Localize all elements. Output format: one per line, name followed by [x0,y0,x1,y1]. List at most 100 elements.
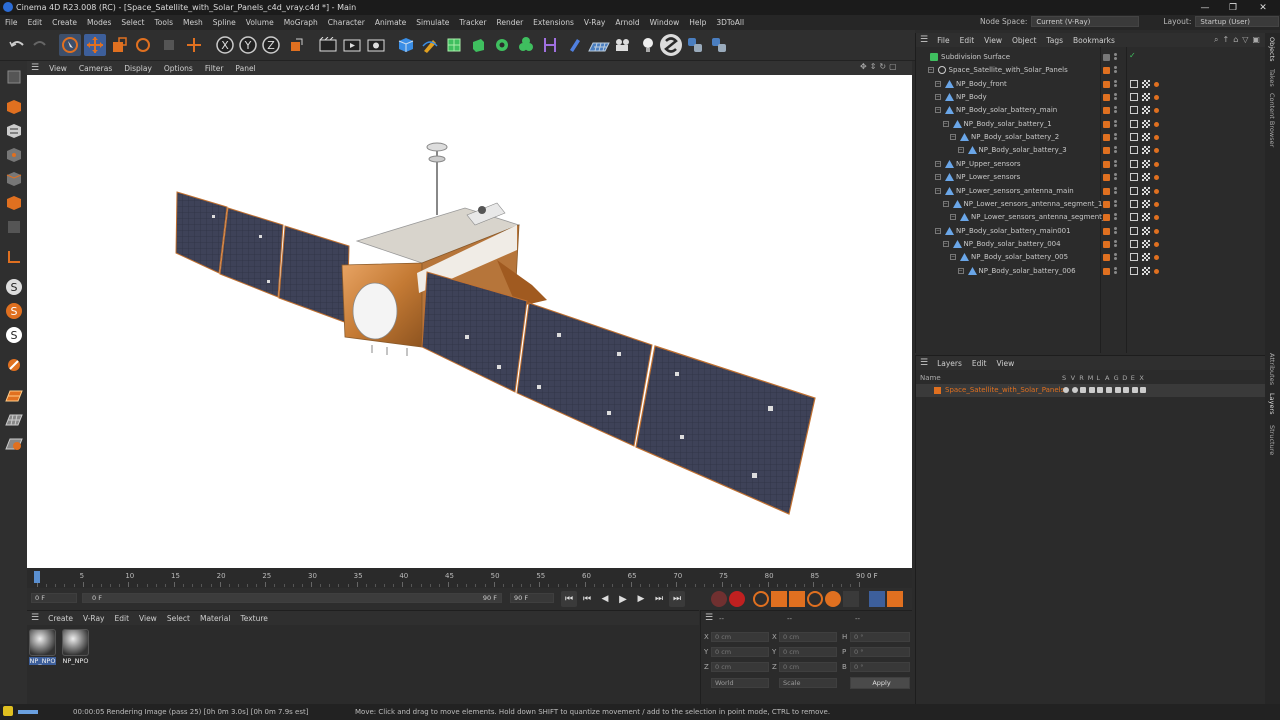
material-hamburger-icon[interactable]: ☰ [31,613,39,623]
object-row[interactable]: − NP_Body_solar_battery_2 [916,131,1266,144]
paint-tool-icon[interactable] [3,354,24,375]
range-slider[interactable]: 0 F 90 F [82,593,502,603]
cloner-icon[interactable] [491,34,513,56]
y-axis-icon[interactable]: Y [237,34,259,56]
expand-toggle-icon[interactable]: − [950,214,956,221]
expand-toggle-icon[interactable]: − [942,240,949,247]
autokey-icon[interactable] [729,591,745,607]
expand-toggle-icon[interactable]: − [942,120,949,127]
visibility-dots-icon[interactable] [1114,159,1117,167]
phong-tag-icon[interactable] [1130,266,1138,275]
menu-arnold[interactable]: Arnold [610,18,644,27]
size-field[interactable]: 0 cm [779,662,837,672]
enabled-check-icon[interactable]: ✓ [1129,51,1136,60]
timeline-window-icon[interactable] [887,591,903,607]
polygons-mode-icon[interactable] [3,192,24,213]
position-field[interactable]: 0 cm [711,647,769,657]
visibility-dots-icon[interactable] [1114,226,1117,234]
viewport-menu-options[interactable]: Options [158,64,199,73]
field-icon[interactable] [563,34,585,56]
phong-tag-icon[interactable] [1130,199,1138,208]
key-parameter-icon[interactable] [825,591,841,607]
rotation-field[interactable]: 0 ° [850,647,910,657]
expand-toggle-icon[interactable]: − [957,147,964,154]
layers-menu-layers[interactable]: Layers [932,359,967,368]
playhead[interactable] [34,571,40,583]
menu-file[interactable]: File [0,18,23,27]
model-mode-icon[interactable] [3,96,24,117]
uvw-tag-icon[interactable] [1142,133,1150,142]
end-frame-field[interactable]: 90 F [510,593,554,603]
render-settings-icon[interactable] [365,34,387,56]
go-to-end-icon[interactable]: ⏭ [669,591,685,607]
material-menu-view[interactable]: View [134,614,162,623]
visibility-dots-icon[interactable] [1114,106,1117,114]
phong-tag-icon[interactable] [1130,133,1138,142]
layer-color-swatch[interactable] [934,387,941,394]
object-row[interactable]: − NP_Lower_sensors_antenna_segment_2 [916,211,1266,224]
phong-tag-icon[interactable] [1130,173,1138,182]
menu-create[interactable]: Create [47,18,82,27]
visibility-dots-icon[interactable] [1114,133,1117,141]
extrude-generator-icon[interactable] [467,34,489,56]
material-tag-icon[interactable] [1154,95,1159,101]
menu-spline[interactable]: Spline [208,18,241,27]
layer-deformers-icon[interactable] [1123,387,1130,393]
search-icon[interactable]: ⌕ [1214,35,1218,45]
light-icon[interactable] [637,34,659,56]
material-tag-icon[interactable] [1154,175,1159,181]
object-row[interactable]: − Space_Satellite_with_Solar_Panels [916,64,1266,77]
object-row[interactable]: − NP_Lower_sensors_antenna_segment_1 [916,198,1266,211]
menu-animate[interactable]: Animate [370,18,411,27]
subdivision-surface-icon[interactable] [443,34,465,56]
next-key-icon[interactable]: ⏭ [651,591,667,607]
object-row[interactable]: − NP_Lower_sensors_antenna_main [916,185,1266,198]
move-tool-icon[interactable] [84,34,106,56]
locked-workplane-icon[interactable] [3,432,24,453]
timeline-ruler[interactable]: 051015202530354045505560657075808590 0 F [27,568,912,588]
material-tag-icon[interactable] [1154,215,1159,221]
viewport-menu-panel[interactable]: Panel [229,64,261,73]
menu-modes[interactable]: Modes [82,18,116,27]
uvw-tag-icon[interactable] [1142,79,1150,88]
object-menu-file[interactable]: File [932,36,955,45]
material-tag-icon[interactable] [1154,148,1159,154]
tab-takes[interactable]: Takes [1268,69,1276,87]
pen-spline-icon[interactable] [419,34,441,56]
visibility-dots-icon[interactable] [1114,186,1117,194]
close-button[interactable]: ✕ [1248,0,1278,15]
material-tag-icon[interactable] [1154,135,1159,141]
deformer-icon[interactable] [539,34,561,56]
visibility-dots-icon[interactable] [1114,239,1117,247]
uvw-tag-icon[interactable] [1142,213,1150,222]
python-script-icon[interactable] [708,34,730,56]
node-space-dropdown[interactable]: Current (V-Ray) [1031,16,1140,27]
phong-tag-icon[interactable] [1130,106,1138,115]
phong-tag-icon[interactable] [1130,79,1138,88]
apply-button[interactable]: Apply [850,677,910,689]
camera-icon[interactable] [612,34,634,56]
menu-mograph[interactable]: MoGraph [279,18,323,27]
object-row[interactable]: − NP_Body_solar_battery_3 [916,144,1266,157]
material-tag-icon[interactable] [1154,161,1159,167]
snap-icon[interactable]: S [3,276,24,297]
points-mode-icon[interactable] [3,144,24,165]
record-active-icon[interactable] [711,591,727,607]
position-field[interactable]: 0 cm [711,632,769,642]
layer-expressions-icon[interactable] [1131,387,1138,393]
expand-toggle-icon[interactable]: − [927,67,934,74]
visibility-dots-icon[interactable] [1114,266,1117,274]
expand-toggle-icon[interactable]: − [935,187,941,194]
key-selection-icon[interactable] [753,591,769,607]
layer-visible-icon[interactable] [1071,387,1078,393]
visibility-dots-icon[interactable] [1114,199,1117,207]
menu-character[interactable]: Character [323,18,370,27]
rotation-field[interactable]: 0 ° [850,662,910,672]
coord-system-dropdown[interactable]: World [711,678,769,688]
prev-key-icon[interactable]: ⏮ [579,591,595,607]
rotation-field[interactable]: 0 ° [850,632,910,642]
visibility-dots-icon[interactable] [1114,119,1117,127]
redo-icon[interactable] [29,34,51,56]
visibility-dots-icon[interactable] [1114,53,1117,60]
material-tag-icon[interactable] [1154,81,1159,87]
